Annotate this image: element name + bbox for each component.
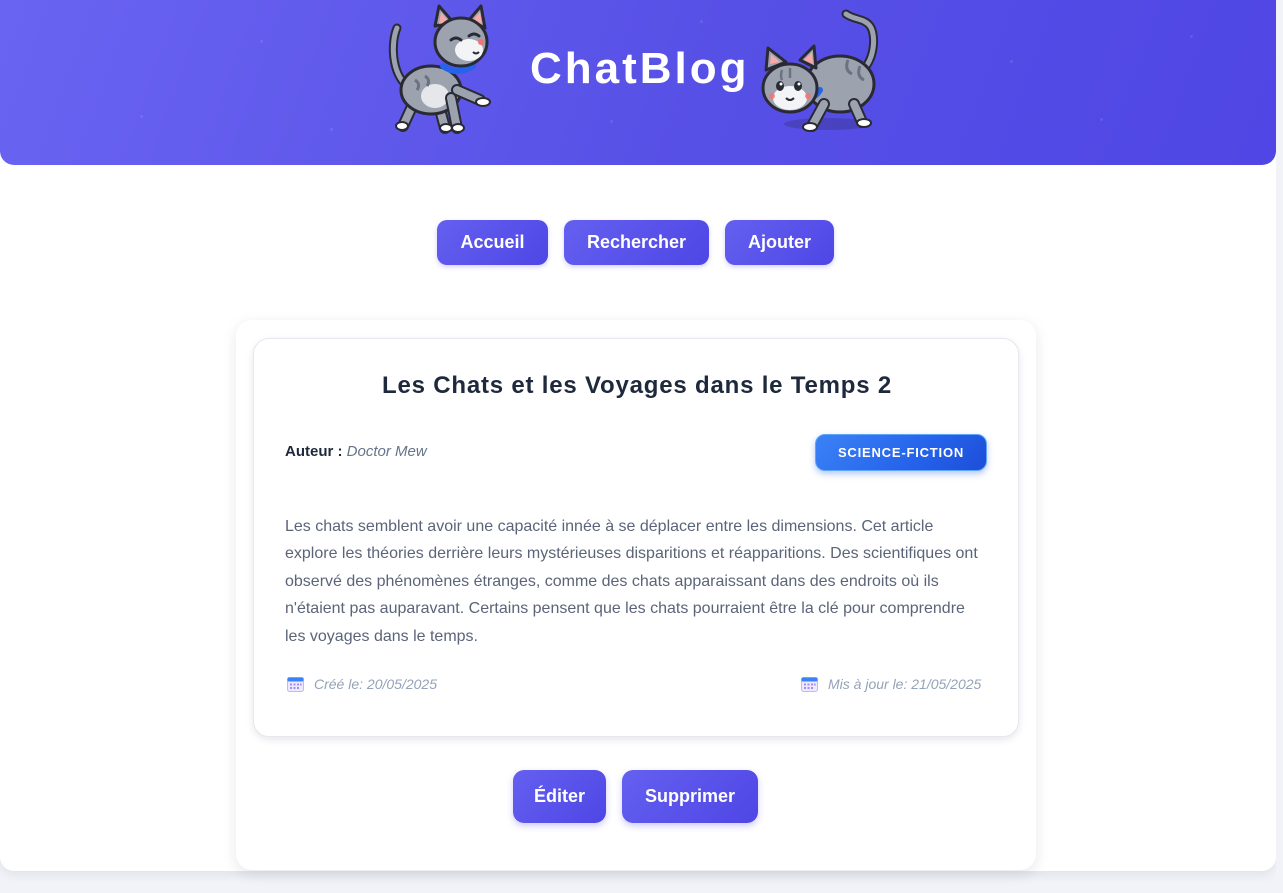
author-name: Doctor Mew [346,443,427,460]
scrollbar-track[interactable] [1276,0,1283,893]
created-date-text: Créé le: 20/05/2025 [314,676,437,692]
nav-search-button[interactable]: Rechercher [564,220,709,265]
calendar-icon [801,677,818,692]
article-title: Les Chats et les Voyages dans le Temps 2 [382,372,892,399]
article-card: Les Chats et les Voyages dans le Temps 2… [253,338,1019,737]
created-date: Créé le: 20/05/2025 [287,676,437,692]
category-badge[interactable]: SCIENCE-FICTION [815,434,987,471]
updated-date: Mis à jour le: 21/05/2025 [801,676,981,692]
author-row: Auteur : Doctor Mew [285,443,427,460]
site-header: ChatBlog [0,0,1276,165]
calendar-icon [287,677,304,692]
crouching-cat-icon [761,9,879,132]
edit-button[interactable]: Éditer [513,770,606,823]
updated-date-text: Mis à jour le: 21/05/2025 [828,676,982,692]
nav-home-button[interactable]: Accueil [437,220,548,265]
article-body: Les chats semblent avoir une capacité in… [285,518,978,645]
page-container: ChatBlog Accueil Rechercher Ajouter Les … [0,0,1276,871]
walking-cat-icon [388,4,491,134]
site-title[interactable]: ChatBlog [530,42,750,96]
delete-button[interactable]: Supprimer [622,770,758,823]
nav-add-button[interactable]: Ajouter [725,220,834,265]
author-label: Auteur : [285,443,343,460]
